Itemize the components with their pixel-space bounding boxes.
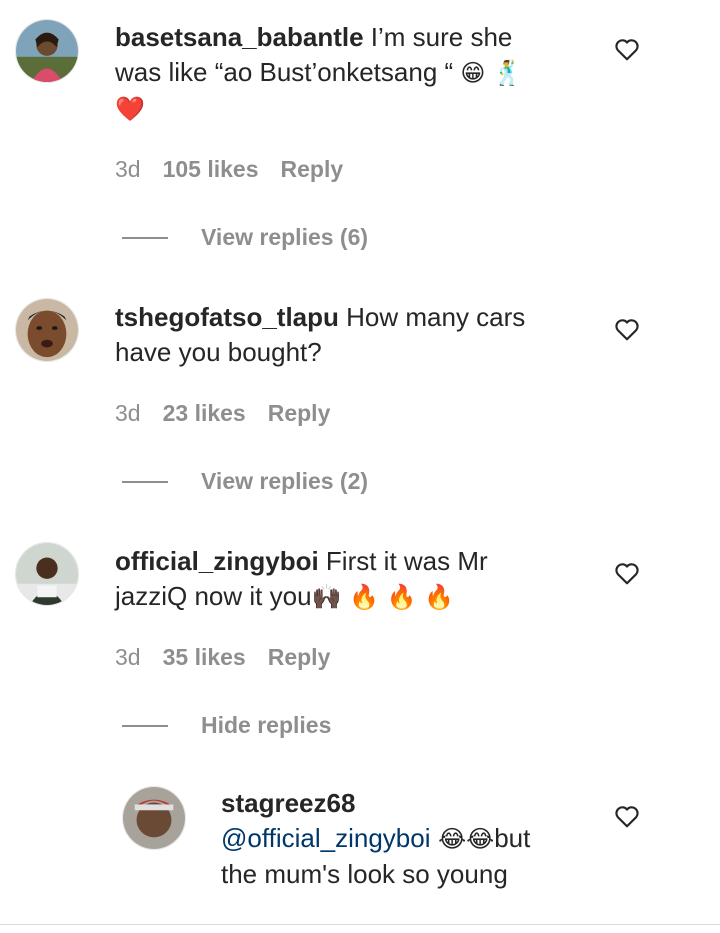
heart-emoji: ❤️	[115, 95, 145, 123]
comment-meta: 3d 105 likes Reply	[115, 156, 365, 183]
reply-body-line1: but	[494, 823, 531, 853]
comment-meta: 3d 35 likes Reply	[115, 644, 352, 671]
comment-username[interactable]: tshegofatso_tlapu	[115, 302, 339, 332]
view-replies-button[interactable]: View replies (6)	[122, 224, 368, 251]
reply-button[interactable]: Reply	[268, 400, 331, 426]
comment-text: tshegofatso_tlapu How many cars have you…	[115, 300, 585, 370]
comment-text: official_zingyboi First it was Mr jazziQ…	[115, 544, 585, 615]
like-heart-icon[interactable]	[614, 561, 640, 585]
avatar[interactable]	[122, 786, 186, 850]
avatar-image	[16, 299, 78, 361]
comment-body-line2: was like “ao Bust’onketsang “	[115, 57, 461, 87]
divider	[122, 724, 168, 727]
grin-emoji: 😁	[460, 59, 486, 87]
view-replies-label: View replies (2)	[201, 468, 369, 494]
likes-count[interactable]: 105 likes	[163, 156, 259, 182]
comment-body-line1: How many cars	[338, 302, 526, 332]
comment-meta: 3d 23 likes Reply	[115, 400, 352, 427]
avatar[interactable]	[15, 298, 79, 362]
avatar-image	[16, 20, 78, 82]
tears-of-joy-emoji: 😂😂	[430, 825, 495, 853]
divider	[0, 924, 720, 925]
divider	[122, 480, 168, 483]
dancer-emoji: 🕺	[492, 59, 523, 87]
reply-text: stagreez68 @official_zingyboi 😂😂but the …	[221, 786, 601, 892]
reply-button[interactable]: Reply	[268, 644, 331, 670]
comment-username[interactable]: basetsana_babantle	[115, 22, 364, 52]
hide-replies-button[interactable]: Hide replies	[122, 712, 331, 739]
comment-body-line1: I’m sure she	[363, 22, 513, 52]
comment-text: basetsana_babantle I’m sure she was like…	[115, 20, 585, 127]
comment-age: 3d	[115, 400, 141, 426]
reply-mention[interactable]: @official_zingyboi	[221, 823, 430, 853]
like-heart-icon[interactable]	[614, 317, 640, 341]
comment-age: 3d	[115, 644, 141, 670]
hide-replies-label: Hide replies	[201, 712, 332, 738]
comment-body-line2: jazziQ now it you	[115, 581, 312, 611]
likes-count[interactable]: 35 likes	[163, 644, 246, 670]
like-heart-icon[interactable]	[614, 804, 640, 828]
view-replies-button[interactable]: View replies (2)	[122, 468, 368, 495]
like-heart-icon[interactable]	[614, 37, 640, 61]
reply-body-line2: the mum's look so young	[221, 859, 508, 889]
raised-hands-fire-emoji: 🙌🏿 🔥 🔥 🔥	[311, 583, 454, 611]
comment-body-line2: have you bought?	[115, 337, 322, 367]
view-replies-label: View replies (6)	[201, 224, 369, 250]
reply-button[interactable]: Reply	[281, 156, 344, 182]
comment-age: 3d	[115, 156, 141, 182]
likes-count[interactable]: 23 likes	[163, 400, 246, 426]
reply-username[interactable]: stagreez68	[221, 788, 355, 818]
comment-body-line1: First it was Mr	[318, 546, 488, 576]
comment-username[interactable]: official_zingyboi	[115, 546, 319, 576]
divider	[122, 236, 168, 239]
avatar-image	[123, 787, 185, 849]
avatar[interactable]	[15, 19, 79, 83]
avatar[interactable]	[15, 542, 79, 606]
avatar-image	[16, 543, 78, 605]
